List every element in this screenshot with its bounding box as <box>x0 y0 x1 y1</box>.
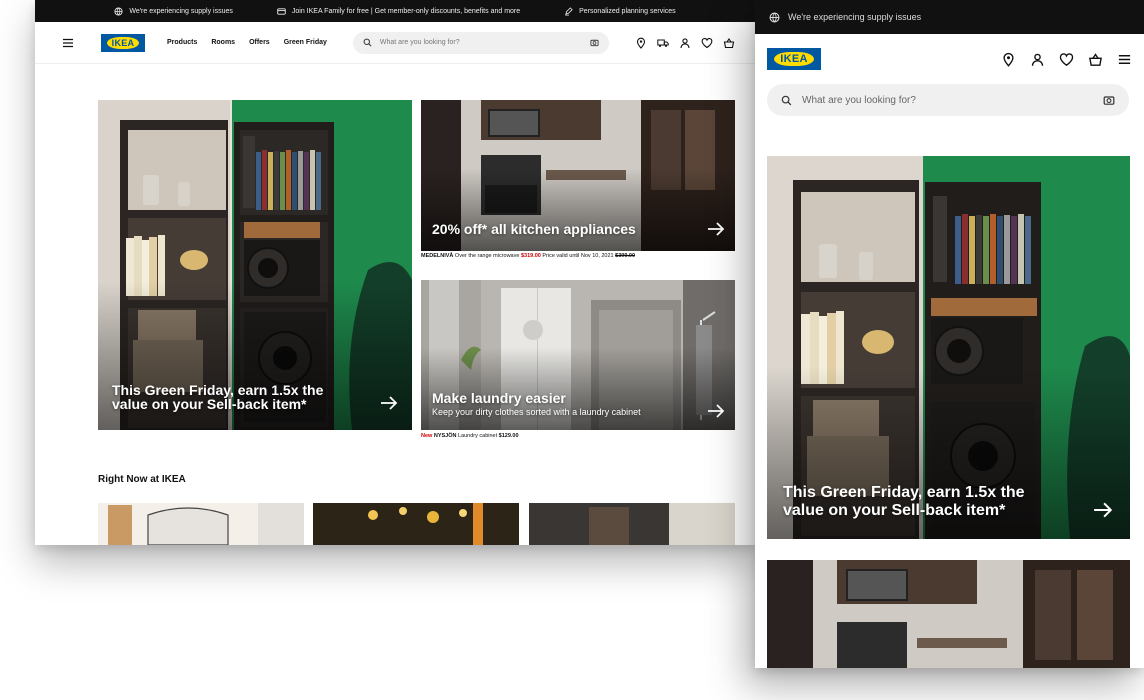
hero-shelf-image <box>767 156 1130 539</box>
logo-text: IKEA <box>774 52 814 66</box>
desktop-window: We're experiencing supply issues Join IK… <box>35 0 755 545</box>
mobile-topbar-label: We're experiencing supply issues <box>788 12 922 22</box>
arrow-right-icon[interactable] <box>380 396 398 410</box>
card-icon <box>277 7 286 15</box>
ikea-logo[interactable]: IKEA <box>767 48 821 70</box>
globe-icon <box>769 12 780 22</box>
search-input[interactable]: What are you looking for? <box>352 31 609 54</box>
hero-title-line1: This Green Friday, earn 1.5x the <box>112 382 324 398</box>
menu-item-offers[interactable]: Offers <box>249 39 270 46</box>
hero-title: This Green Friday, earn 1.5x the value o… <box>112 383 323 411</box>
location-pin-icon[interactable] <box>1001 52 1016 67</box>
mobile-search-input[interactable]: What are you looking for? <box>767 84 1129 116</box>
main-menu: Products Rooms Offers Green Friday <box>167 39 327 46</box>
kitchen-valid: Price valid until Nov 10, 2021 <box>540 253 616 259</box>
hamburger-menu-icon[interactable] <box>1117 52 1132 67</box>
kitchen-title: 20% off* all kitchen appliances <box>432 221 636 237</box>
right-now-card-2[interactable] <box>313 503 519 545</box>
laundry-subtitle: Keep your dirty clothes sorted with a la… <box>432 407 641 417</box>
menu-item-green-friday[interactable]: Green Friday <box>284 39 327 46</box>
globe-icon <box>114 6 123 16</box>
hamburger-menu-icon[interactable] <box>61 36 75 50</box>
mobile-window: We're experiencing supply issues IKEA Wh… <box>755 0 1144 668</box>
delivery-truck-icon[interactable] <box>657 37 669 49</box>
mobile-hero-green-friday[interactable]: This Green Friday, earn 1.5x the value o… <box>767 156 1130 539</box>
search-placeholder: What are you looking for? <box>802 94 916 106</box>
mobile-nav-icons <box>1001 34 1132 84</box>
topbar-supply-issues[interactable]: We're experiencing supply issues <box>114 6 233 16</box>
ikea-logo[interactable]: IKEA <box>101 33 145 52</box>
mobile-kitchen-tile[interactable] <box>767 560 1130 668</box>
laundry-tile[interactable]: Make laundry easier Keep your dirty clot… <box>421 280 735 430</box>
search-icon <box>363 38 372 47</box>
right-now-card-1[interactable] <box>98 503 304 545</box>
pencil-icon <box>565 6 573 16</box>
camera-icon[interactable] <box>1103 94 1115 106</box>
laundry-caption: New NYSJÖN Laundry cabinet $129.00 <box>421 433 519 439</box>
kitchen-image <box>767 560 1130 668</box>
desktop-topbar: We're experiencing supply issues Join IK… <box>35 0 755 22</box>
kitchen-old-price: $399.00 <box>615 253 636 259</box>
mobile-hero-title: This Green Friday, earn 1.5x the value o… <box>783 484 1025 520</box>
hero-title-line1: This Green Friday, earn 1.5x the <box>783 484 1025 501</box>
user-icon[interactable] <box>1030 52 1045 67</box>
shopping-bag-icon[interactable] <box>1088 52 1103 67</box>
menu-item-rooms[interactable]: Rooms <box>211 39 235 46</box>
new-badge: New <box>421 433 433 439</box>
arrow-right-icon[interactable] <box>707 404 725 418</box>
user-icon[interactable] <box>679 37 691 49</box>
section-title: Right Now at IKEA <box>98 474 186 485</box>
arrow-right-icon[interactable] <box>1093 502 1113 518</box>
arrow-right-icon[interactable] <box>707 222 725 236</box>
hero-green-friday[interactable]: This Green Friday, earn 1.5x the value o… <box>98 100 412 430</box>
card-image <box>529 503 735 545</box>
search-placeholder: What are you looking for? <box>379 39 460 46</box>
shopping-bag-icon[interactable] <box>723 37 735 49</box>
card-image <box>98 503 304 545</box>
kitchen-price: $319.00 <box>520 253 541 259</box>
hero-title-line2: value on your Sell-back item* <box>783 502 1006 519</box>
kitchen-caption: MEDELNIVÅ Over the range microwave $319.… <box>421 253 635 259</box>
laundry-product-desc: Laundry cabinet <box>456 433 499 439</box>
topbar-planning[interactable]: Personalized planning services <box>564 6 676 16</box>
heart-icon[interactable] <box>1059 52 1074 67</box>
topbar-item-label: We're experiencing supply issues <box>129 7 233 15</box>
search-icon <box>781 95 792 105</box>
nav-icons <box>635 22 735 64</box>
location-pin-icon[interactable] <box>635 37 647 49</box>
kitchen-product-name[interactable]: MEDELNIVÅ <box>421 253 453 259</box>
right-now-card-3[interactable] <box>529 503 735 545</box>
mobile-topbar[interactable]: We're experiencing supply issues <box>755 0 1144 34</box>
logo-text: IKEA <box>106 36 140 49</box>
laundry-product-name[interactable]: NYSJÖN <box>432 433 457 439</box>
camera-icon[interactable] <box>590 38 599 47</box>
card-image <box>313 503 519 545</box>
menu-item-products[interactable]: Products <box>167 39 197 46</box>
topbar-item-label: Personalized planning services <box>579 7 676 15</box>
kitchen-appliances-tile[interactable]: 20% off* all kitchen appliances <box>421 100 735 251</box>
hero-title-line2: value on your Sell-back item* <box>112 396 307 412</box>
hero-shelf-image <box>98 100 412 430</box>
topbar-family[interactable]: Join IKEA Family for free | Get member-o… <box>277 7 520 16</box>
laundry-title: Make laundry easier <box>432 390 566 406</box>
laundry-price: $129.00 <box>498 433 519 439</box>
mobile-nav: IKEA <box>755 34 1144 84</box>
heart-icon[interactable] <box>701 37 713 49</box>
desktop-nav: IKEA Products Rooms Offers Green Friday … <box>35 22 755 64</box>
topbar-item-label: Join IKEA Family for free | Get member-o… <box>291 7 521 15</box>
kitchen-product-desc: Over the range microwave <box>453 253 521 259</box>
